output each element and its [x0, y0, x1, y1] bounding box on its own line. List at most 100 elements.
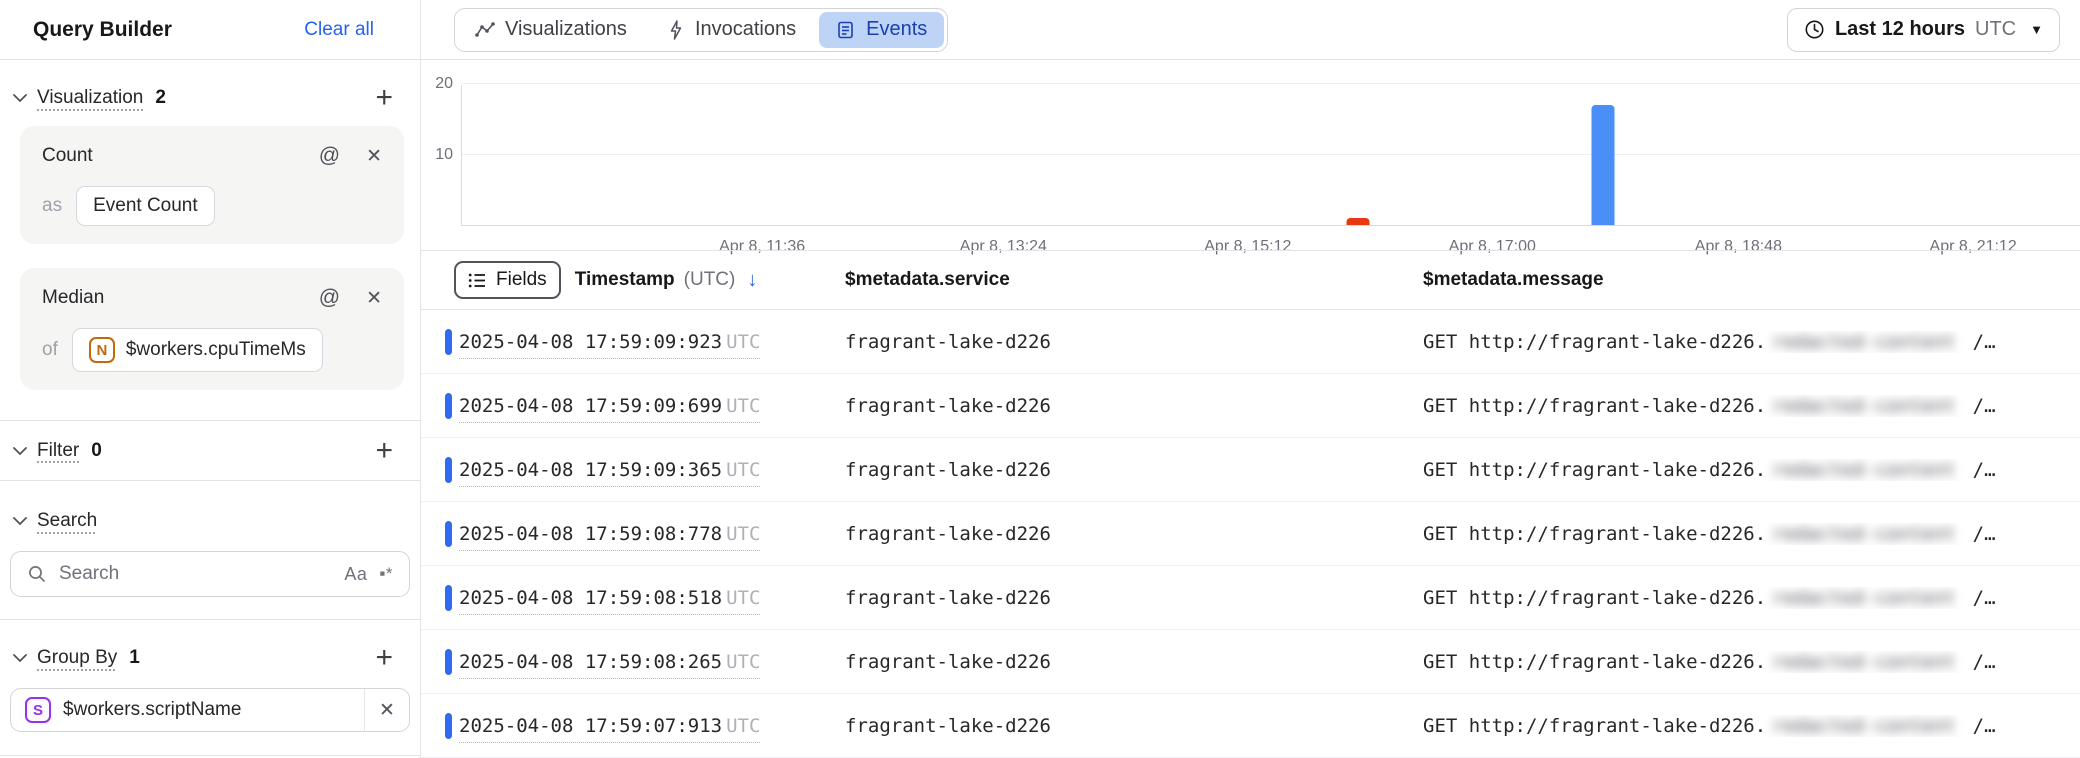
table-row[interactable]: 2025-04-08 17:59:07:913UTC fragrant-lake…: [421, 694, 2080, 758]
cell-timestamp[interactable]: 2025-04-08 17:59:09:923UTC: [459, 331, 845, 353]
column-header-service[interactable]: $metadata.service: [845, 269, 1010, 291]
chevron-down-icon[interactable]: [10, 516, 30, 526]
cell-service: fragrant-lake-d226: [845, 651, 1423, 673]
message-redacted: redacted-content: [1772, 523, 1955, 545]
chart-gridline: [462, 83, 2080, 84]
close-icon[interactable]: ✕: [366, 145, 382, 168]
chevron-down-icon[interactable]: [10, 446, 30, 456]
cell-message: GET http://fragrant-lake-d226.redacted-c…: [1423, 331, 2080, 353]
visualization-section-header: Visualization 2 +: [0, 74, 420, 122]
message-redacted: redacted-content: [1772, 459, 1955, 481]
chart-bar[interactable]: [1591, 105, 1614, 225]
app-root: Query Builder Clear all Visualization 2 …: [0, 0, 2080, 758]
clear-all-link[interactable]: Clear all: [304, 19, 374, 41]
search-icon: [27, 564, 47, 584]
message-prefix: GET http://fragrant-lake-d226.: [1423, 651, 1766, 673]
message-prefix: GET http://fragrant-lake-d226.: [1423, 587, 1766, 609]
event-count-value-box[interactable]: Event Count: [76, 186, 215, 226]
timestamp-timezone: UTC: [726, 395, 760, 417]
cell-timestamp[interactable]: 2025-04-08 17:59:08:265UTC: [459, 651, 845, 673]
table-row[interactable]: 2025-04-08 17:59:08:265UTC fragrant-lake…: [421, 630, 2080, 694]
cell-service: fragrant-lake-d226: [845, 395, 1423, 417]
cell-message: GET http://fragrant-lake-d226. redacted-c…: [1423, 587, 2080, 609]
timestamp-value: 2025-04-08 17:59:09:365: [459, 459, 722, 481]
remove-group-by-icon[interactable]: ✕: [365, 699, 409, 722]
event-count-value: Event Count: [93, 195, 198, 217]
chart-plot: [461, 85, 2080, 226]
table-row[interactable]: 2025-04-08 17:59:09:365UTC fragrant-lake…: [421, 438, 2080, 502]
cell-timestamp[interactable]: 2025-04-08 17:59:09:365UTC: [459, 459, 845, 481]
timestamp-value: 2025-04-08 17:59:08:778: [459, 523, 722, 545]
filter-count: 0: [91, 440, 102, 462]
count-visualization-card: Count @ ✕ as Event Count: [20, 126, 404, 244]
cell-timestamp[interactable]: 2025-04-08 17:59:08:518UTC: [459, 587, 845, 609]
sort-descending-icon[interactable]: ↓: [747, 269, 757, 292]
at-mention-icon[interactable]: @: [319, 286, 340, 310]
topbar: Visualizations Invocations Events: [421, 0, 2080, 60]
row-indicator: [445, 521, 452, 547]
message-redacted: redacted-content: [1772, 331, 1955, 353]
chart-bar[interactable]: [1347, 218, 1370, 225]
table-header: Fields Timestamp (UTC) ↓ $metadata.servi…: [421, 250, 2080, 310]
visualization-section-label[interactable]: Visualization: [37, 87, 143, 109]
cell-timestamp[interactable]: 2025-04-08 17:59:07:913UTC: [459, 715, 845, 737]
tab-invocations[interactable]: Invocations: [647, 9, 816, 51]
timestamp-timezone: UTC: [726, 459, 760, 481]
cell-service: fragrant-lake-d226: [845, 587, 1423, 609]
message-suffix: /…: [1961, 331, 1995, 353]
y-axis-tick-label: 10: [421, 146, 453, 164]
divider: [0, 755, 420, 756]
table-row[interactable]: 2025-04-08 17:59:08:518UTC fragrant-lake…: [421, 566, 2080, 630]
y-axis-tick-label: 20: [421, 75, 453, 93]
message-suffix: /…: [1961, 587, 1995, 609]
cell-message: GET http://fragrant-lake-d226.redacted-c…: [1423, 523, 2080, 545]
filter-section-label[interactable]: Filter: [37, 440, 79, 462]
median-card-title: Median: [42, 287, 104, 309]
fields-button[interactable]: Fields: [454, 261, 561, 299]
cell-message: GET http://fragrant-lake-d226.redacted-c…: [1423, 651, 2080, 673]
at-mention-icon[interactable]: @: [319, 144, 340, 168]
message-suffix: /…: [1961, 395, 1995, 417]
close-icon[interactable]: ✕: [366, 287, 382, 310]
group-by-section-header: Group By 1 +: [0, 636, 420, 680]
row-indicator: [445, 393, 452, 419]
chevron-down-icon[interactable]: [10, 93, 30, 103]
match-case-icon[interactable]: Aa: [344, 564, 367, 585]
cell-service: fragrant-lake-d226: [845, 331, 1423, 353]
table-row[interactable]: 2025-04-08 17:59:09:699UTC fragrant-lake…: [421, 374, 2080, 438]
time-range-dropdown[interactable]: Last 12 hours UTC ▼: [1787, 8, 2060, 52]
message-suffix: /…: [1961, 523, 1995, 545]
cell-timestamp[interactable]: 2025-04-08 17:59:09:699UTC: [459, 395, 845, 417]
events-table-body: 2025-04-08 17:59:09:923UTC fragrant-lake…: [421, 310, 2080, 758]
page-title: Query Builder: [33, 18, 172, 42]
add-group-by-button[interactable]: +: [373, 643, 395, 673]
message-redacted: redacted-content: [1772, 587, 1955, 609]
add-visualization-button[interactable]: +: [373, 83, 395, 113]
divider: [0, 619, 420, 620]
group-by-section-label[interactable]: Group By: [37, 647, 117, 669]
message-prefix: GET http://fragrant-lake-d226.: [1423, 395, 1766, 417]
group-by-chip[interactable]: S $workers.scriptName ✕: [10, 688, 410, 732]
regex-icon[interactable]: ▪*: [379, 564, 393, 584]
tab-visualizations[interactable]: Visualizations: [455, 9, 647, 51]
search-section-label[interactable]: Search: [37, 510, 97, 532]
column-header-message[interactable]: $metadata.message: [1423, 269, 1604, 291]
search-input[interactable]: [59, 563, 332, 585]
count-card-title: Count: [42, 145, 93, 167]
table-row[interactable]: 2025-04-08 17:59:09:923UTC fragrant-lake…: [421, 310, 2080, 374]
cell-service: fragrant-lake-d226: [845, 523, 1423, 545]
tab-events[interactable]: Events: [819, 12, 944, 48]
message-suffix: /…: [1961, 715, 1995, 737]
search-box: Aa ▪*: [10, 551, 410, 597]
cell-timestamp[interactable]: 2025-04-08 17:59:08:778UTC: [459, 523, 845, 545]
median-field-value-box[interactable]: N $workers.cpuTimeMs: [72, 328, 323, 372]
add-filter-button[interactable]: +: [373, 436, 395, 466]
row-indicator: [445, 329, 452, 355]
tab-label: Events: [866, 18, 927, 41]
column-header-timestamp[interactable]: Timestamp: [575, 269, 675, 291]
row-indicator: [445, 585, 452, 611]
visualization-count: 2: [155, 87, 166, 109]
row-indicator: [445, 457, 452, 483]
chevron-down-icon[interactable]: [10, 653, 30, 663]
table-row[interactable]: 2025-04-08 17:59:08:778UTC fragrant-lake…: [421, 502, 2080, 566]
